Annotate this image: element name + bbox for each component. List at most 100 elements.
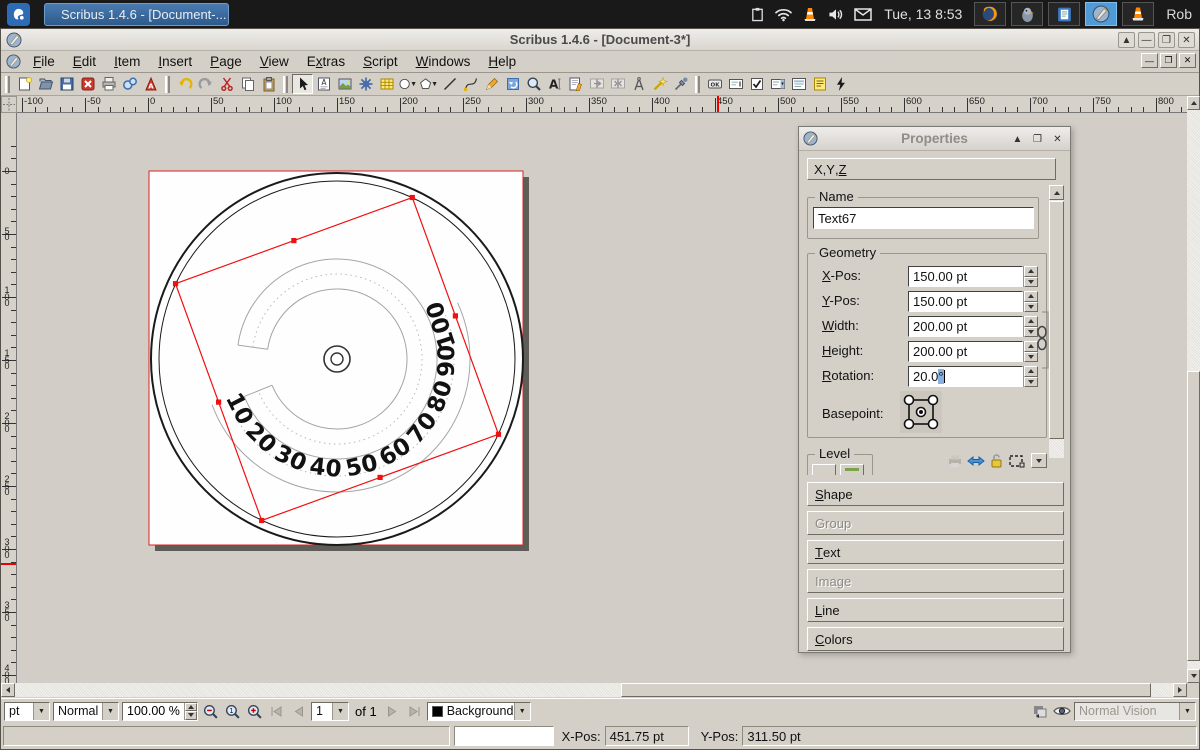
maximize-icon[interactable]: ❐: [1029, 131, 1046, 147]
scribus-icon[interactable]: [1085, 2, 1117, 26]
pdf-list-box-icon[interactable]: [788, 74, 809, 94]
toolbar-handle[interactable]: [165, 76, 170, 93]
geometry-input-height[interactable]: 200.00 pt: [908, 341, 1038, 362]
vertical-scrollbar-thumb[interactable]: [1187, 371, 1200, 661]
geometry-input-width[interactable]: 200.00 pt: [908, 316, 1038, 337]
zoom-level-spinbox[interactable]: 100.00 %: [122, 702, 198, 721]
panel-scroll-up-button[interactable]: [1049, 185, 1064, 200]
menu-extras[interactable]: Extras: [299, 52, 353, 71]
horizontal-ruler[interactable]: -100-50050100150200250300350400450500550…: [17, 96, 1187, 113]
zoom-in-icon[interactable]: [245, 702, 264, 721]
next-page-icon[interactable]: [383, 702, 402, 721]
vertical-ruler[interactable]: 050100150200250300350400: [1, 113, 17, 683]
documents-icon[interactable]: [1048, 2, 1080, 26]
vlc-cone-icon[interactable]: [1122, 2, 1154, 26]
wifi-icon[interactable]: [774, 7, 793, 22]
mdi-minimize-button[interactable]: —: [1141, 53, 1158, 68]
insert-image-frame-icon[interactable]: [334, 74, 355, 94]
scroll-right-button[interactable]: [1173, 683, 1187, 697]
toolbar-handle[interactable]: [5, 76, 10, 93]
close-icon[interactable]: ✕: [1049, 131, 1066, 147]
menu-edit[interactable]: Edit: [65, 52, 104, 71]
insert-text-frame-icon[interactable]: A: [313, 74, 334, 94]
pdf-link-annotation-icon[interactable]: [830, 74, 851, 94]
selection-handle[interactable]: [259, 518, 264, 523]
page-number-combo[interactable]: 1▼: [311, 702, 349, 721]
zoom-100-icon[interactable]: 1: [223, 702, 242, 721]
pidgin-icon[interactable]: [1011, 2, 1043, 26]
selection-handle[interactable]: [291, 238, 296, 243]
scroll-left-button[interactable]: [1, 683, 15, 697]
first-page-icon[interactable]: [267, 702, 286, 721]
previous-page-icon[interactable]: [289, 702, 308, 721]
selection-handle[interactable]: [410, 195, 415, 200]
toolbar-handle[interactable]: [283, 76, 288, 93]
shade-button[interactable]: ▲: [1118, 32, 1135, 48]
quality-combo[interactable]: Normal▼: [53, 702, 119, 721]
app-menu-icon[interactable]: [7, 3, 30, 26]
pdf-text-annotation-icon[interactable]: [809, 74, 830, 94]
select-item-icon[interactable]: [292, 74, 313, 94]
preview-quality-icon[interactable]: [1030, 702, 1049, 721]
cut-icon[interactable]: [216, 74, 237, 94]
selection-handle[interactable]: [173, 281, 178, 286]
save-document-icon[interactable]: [56, 74, 77, 94]
firefox-icon[interactable]: [974, 2, 1006, 26]
selection-handle[interactable]: [496, 432, 501, 437]
panel-scrollbar-thumb[interactable]: [1049, 201, 1064, 439]
menu-insert[interactable]: Insert: [150, 52, 200, 71]
scroll-down-icon[interactable]: [1031, 453, 1047, 468]
lock-icon[interactable]: [989, 453, 1004, 469]
taskbar-clock[interactable]: Tue, 13 8:53: [884, 6, 962, 22]
pdf-push-button-icon[interactable]: OK: [704, 74, 725, 94]
flip-horizontal-icon[interactable]: [967, 454, 985, 468]
geometry-input-rotation[interactable]: 20.0 °: [908, 366, 1038, 387]
insert-freehand-line-icon[interactable]: [481, 74, 502, 94]
shade-icon[interactable]: ▲: [1009, 131, 1026, 147]
ruler-origin-widget[interactable]: [1, 96, 17, 113]
menu-page[interactable]: Page: [202, 52, 250, 71]
menu-windows[interactable]: Windows: [408, 52, 479, 71]
export-pdf-icon[interactable]: A: [140, 74, 161, 94]
zoom-tool-icon[interactable]: [523, 74, 544, 94]
open-document-icon[interactable]: [35, 74, 56, 94]
geometry-input-xpos[interactable]: 150.00 pt: [908, 266, 1038, 287]
copy-item-properties-icon[interactable]: [649, 74, 670, 94]
zoom-out-icon[interactable]: [201, 702, 220, 721]
insert-table-icon[interactable]: [376, 74, 397, 94]
insert-line-icon[interactable]: [439, 74, 460, 94]
selection-handle[interactable]: [377, 475, 382, 480]
volume-icon[interactable]: [827, 7, 845, 22]
layer-combo[interactable]: Background▼: [427, 702, 531, 721]
taskbar-window-button[interactable]: Scribus 1.4.6 - [Document-...: [44, 3, 229, 26]
window-titlebar[interactable]: Scribus 1.4.6 - [Document-3*] ▲ — ❐ ✕: [1, 29, 1199, 51]
rotate-item-icon[interactable]: [502, 74, 523, 94]
menu-help[interactable]: Help: [480, 52, 524, 71]
pdf-text-field-icon[interactable]: [725, 74, 746, 94]
mdi-close-button[interactable]: ✕: [1179, 53, 1196, 68]
preview-mode-eye-icon[interactable]: [1052, 702, 1071, 721]
story-editor-icon[interactable]: [565, 74, 586, 94]
pdf-check-box-icon[interactable]: [746, 74, 767, 94]
vlc-icon[interactable]: [802, 6, 818, 22]
print-document-icon[interactable]: [98, 74, 119, 94]
properties-titlebar[interactable]: Properties ▲ ❐ ✕: [799, 127, 1070, 151]
insert-shape-icon[interactable]: ▼: [397, 74, 418, 94]
section-text[interactable]: Text: [807, 540, 1064, 564]
vision-combo[interactable]: Normal Vision▼: [1074, 702, 1196, 721]
menu-item[interactable]: Item: [106, 52, 148, 71]
measurements-icon[interactable]: [628, 74, 649, 94]
mail-icon[interactable]: [854, 8, 872, 21]
name-input[interactable]: Text67: [813, 207, 1034, 229]
clipboard-icon[interactable]: [750, 6, 765, 22]
new-document-icon[interactable]: [14, 74, 35, 94]
minimize-button[interactable]: —: [1138, 32, 1155, 48]
menu-script[interactable]: Script: [355, 52, 406, 71]
menu-view[interactable]: View: [252, 52, 297, 71]
scroll-down-button[interactable]: [1187, 669, 1200, 683]
selection-handle[interactable]: [216, 399, 221, 404]
insert-polygon-icon[interactable]: ▼: [418, 74, 439, 94]
insert-render-frame-icon[interactable]: [355, 74, 376, 94]
pdf-combo-box-icon[interactable]: [767, 74, 788, 94]
selection-handle[interactable]: [453, 313, 458, 318]
